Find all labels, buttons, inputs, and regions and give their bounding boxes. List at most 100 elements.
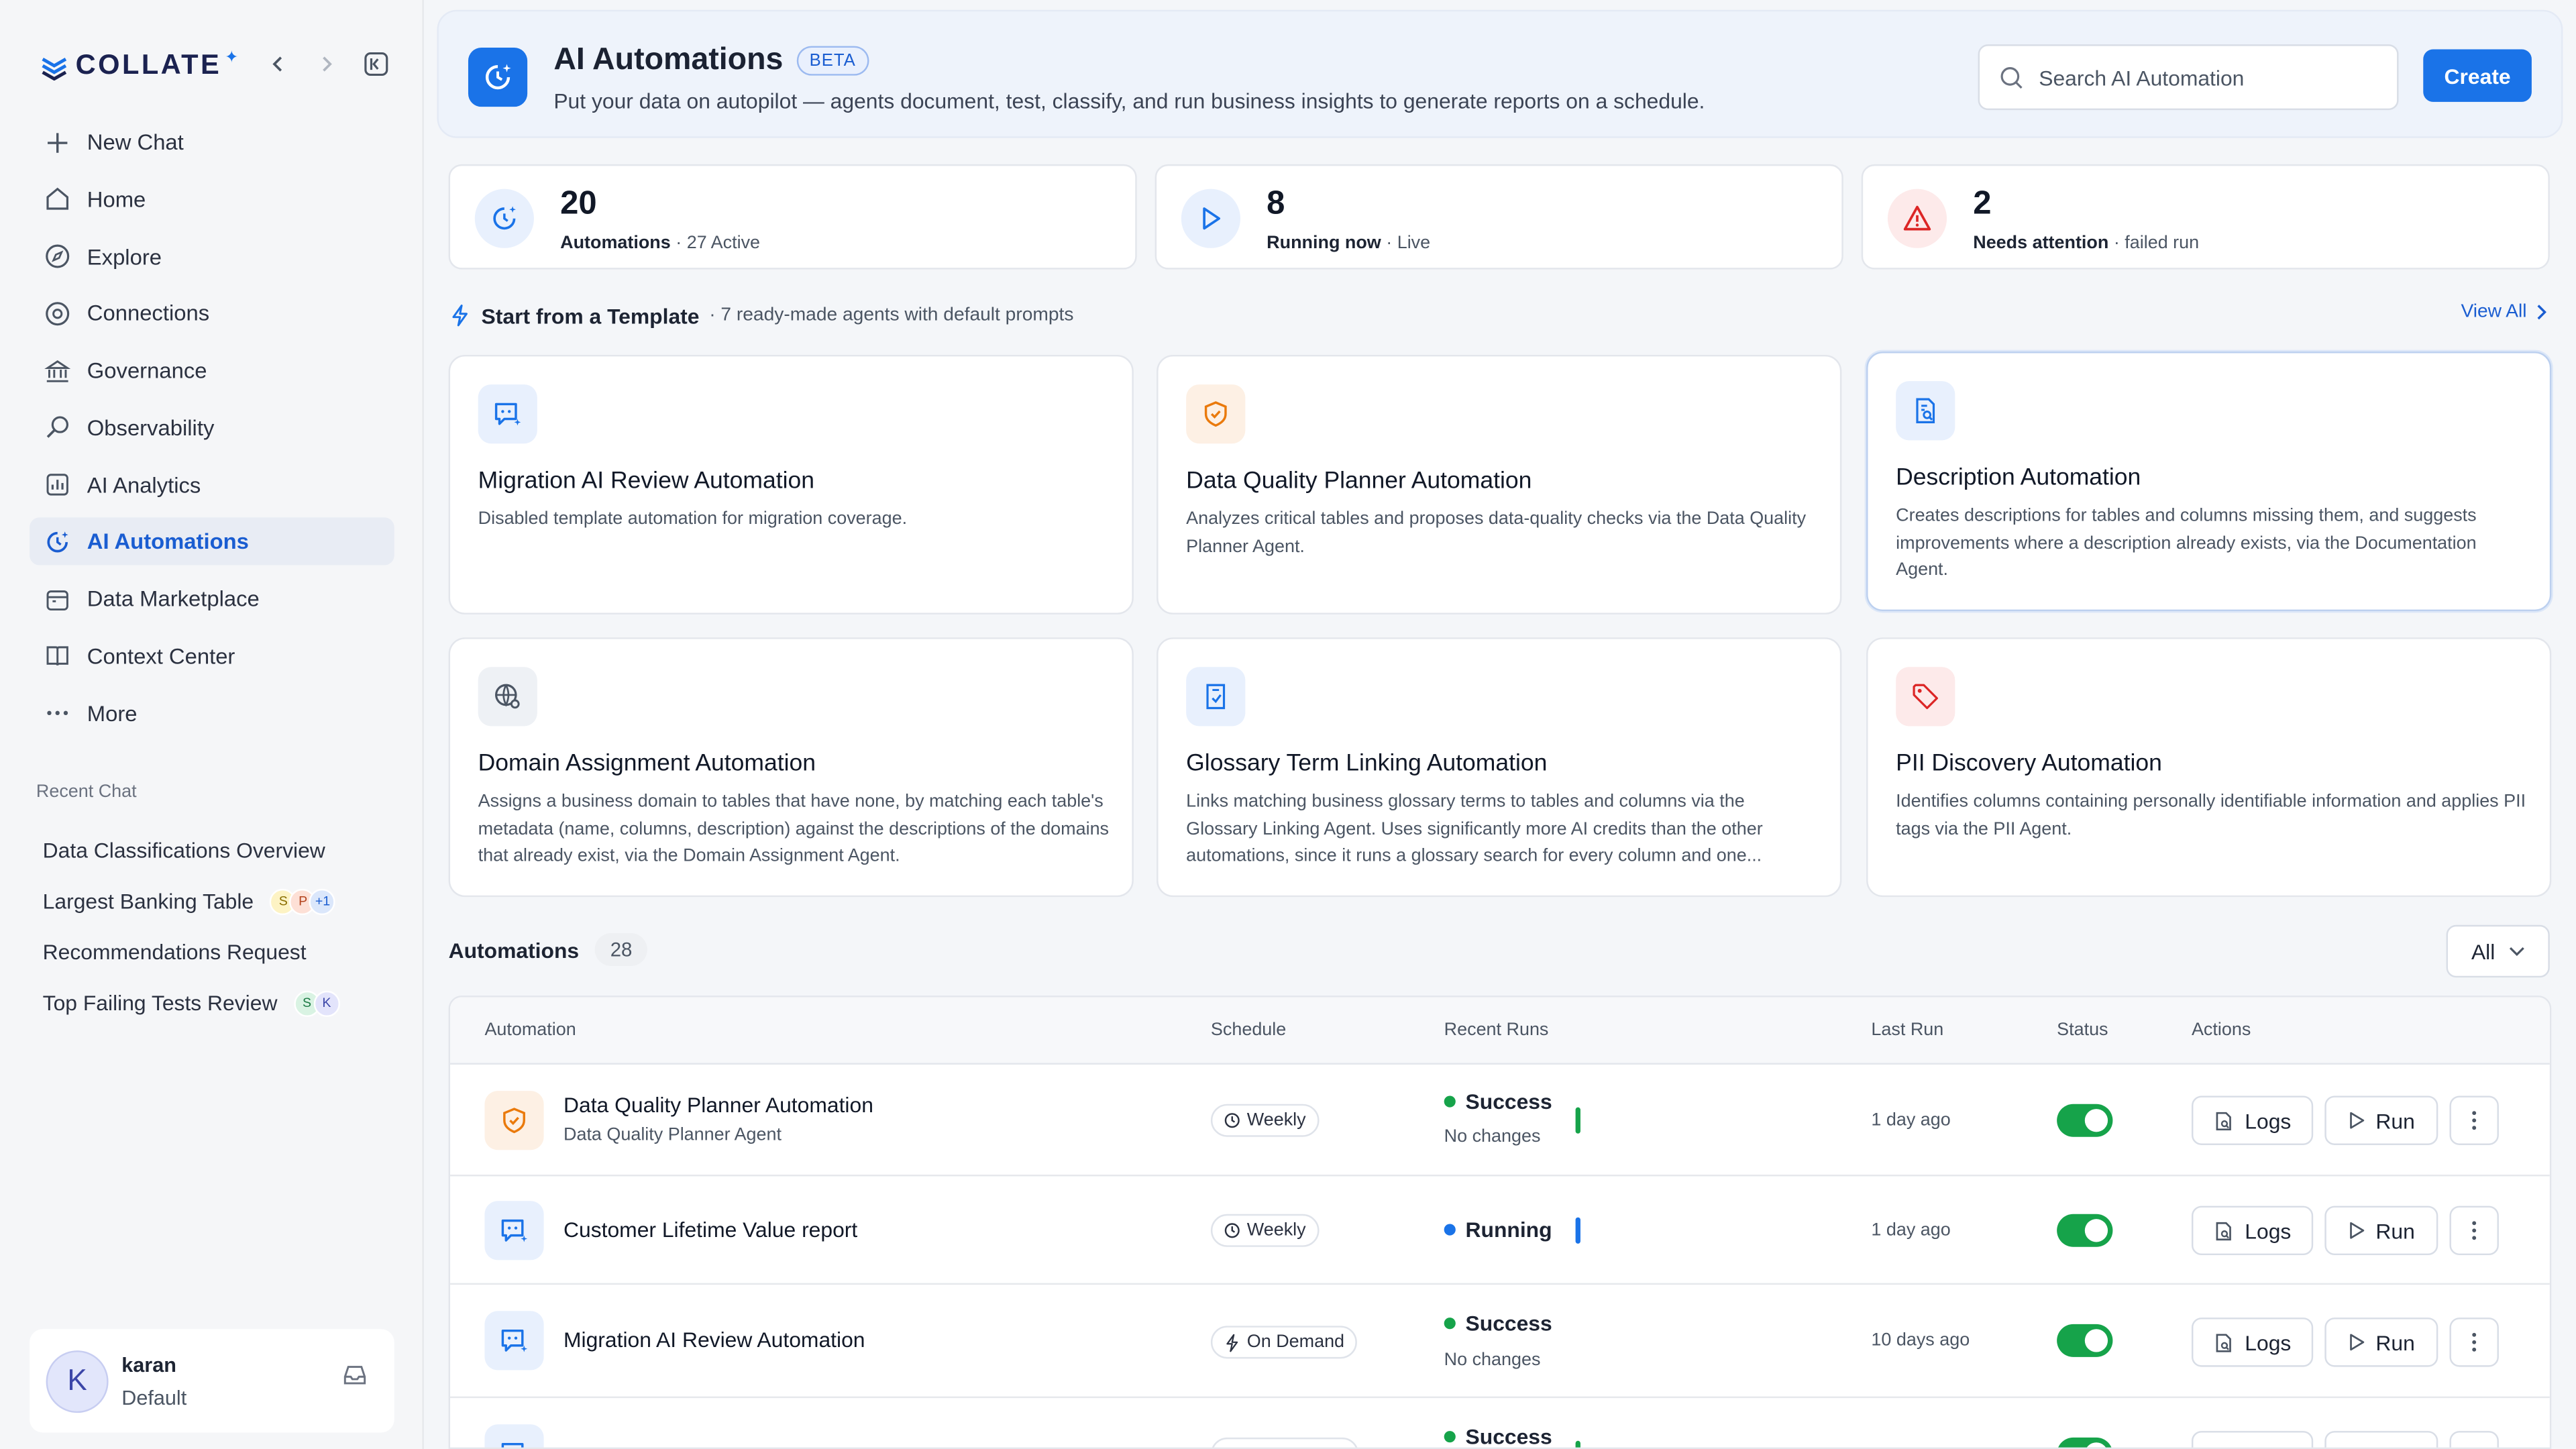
status-filter-select[interactable]: All: [2446, 924, 2550, 978]
logs-button[interactable]: [2191, 1431, 2314, 1448]
last-run: 1 day ago: [1871, 1220, 1951, 1240]
table-row[interactable]: Migration AI Review Automation On Demand…: [450, 1285, 2550, 1399]
sidebar: COLLATE ✦ New Chat Home Explore Connecti…: [0, 0, 424, 1449]
compass-icon: [43, 241, 72, 271]
view-all-label: View All: [2461, 302, 2527, 323]
run-button[interactable]: Run: [2324, 1318, 2438, 1367]
recent-chat-item[interactable]: Recommendations Request: [30, 926, 394, 977]
status-dot: [1444, 1431, 1456, 1443]
column-header: Status: [2057, 1020, 2108, 1040]
templates-header: Start from a Template · 7 ready-made age…: [449, 299, 2552, 332]
nav-ai-analytics[interactable]: AI Analytics: [30, 461, 394, 508]
schedule-badge: Weekly: [1210, 1214, 1320, 1247]
nav-connections[interactable]: Connections: [30, 290, 394, 337]
inbox-button[interactable]: [341, 1362, 368, 1396]
column-header: Automation: [484, 1020, 576, 1040]
template-card[interactable]: Domain Assignment Automation Assigns a b…: [448, 637, 1134, 898]
more-actions-button[interactable]: [2449, 1318, 2499, 1367]
template-card[interactable]: Glossary Term Linking Automation Links m…: [1157, 637, 1842, 898]
run-button[interactable]: [2324, 1431, 2438, 1448]
template-card[interactable]: Data Quality Planner Automation Analyzes…: [1157, 354, 1842, 614]
status-toggle[interactable]: [2057, 1437, 2113, 1448]
recent-chat-list: Data Classifications Overview Largest Ba…: [30, 824, 394, 1028]
warning-icon: [1887, 189, 1947, 248]
status-toggle[interactable]: [2057, 1324, 2113, 1357]
user-card[interactable]: K karan Default: [30, 1329, 394, 1433]
chevron-right-icon: [323, 56, 332, 72]
recent-chat-item[interactable]: Top Failing Tests Review S K: [30, 977, 394, 1028]
nav-new-chat[interactable]: New Chat: [30, 118, 394, 166]
user-name: karan: [121, 1352, 176, 1377]
template-description: Assigns a business domain to tables that…: [478, 792, 1110, 866]
automation-name[interactable]: Migration AI Review Automation: [564, 1328, 865, 1352]
run-button[interactable]: Run: [2324, 1095, 2438, 1145]
observability-icon: [43, 413, 72, 442]
page-header: AI Automations BETA Put your data on aut…: [437, 9, 2563, 138]
nav-explore[interactable]: Explore: [30, 233, 394, 280]
run-label: Run: [2375, 1218, 2415, 1243]
inbox-icon: [343, 1366, 366, 1385]
automations-table: Automation Schedule Recent Runs Last Run…: [448, 996, 2552, 1449]
run-status-note: No changes: [1444, 1127, 1541, 1147]
automation-name[interactable]: Customer Lifetime Value report: [564, 1218, 857, 1242]
schedule-label: On Demand: [1246, 1332, 1345, 1352]
template-title: Migration AI Review Automation: [478, 468, 815, 495]
stat-note: · failed run: [2108, 233, 2200, 254]
automation-icon: [468, 48, 528, 107]
recent-chat-label: Top Failing Tests Review: [42, 990, 278, 1016]
user-avatar: K: [46, 1349, 109, 1412]
status-dot: [1444, 1318, 1456, 1330]
more-actions-button[interactable]: [2449, 1095, 2499, 1145]
nav-observability[interactable]: Observability: [30, 404, 394, 451]
logo-sparkle: ✦: [225, 48, 239, 67]
template-card[interactable]: PII Discovery Automation Identifies colu…: [1866, 637, 2552, 898]
more-actions-button[interactable]: [2449, 1431, 2499, 1448]
back-button[interactable]: [260, 46, 296, 83]
logs-icon: [2216, 1221, 2232, 1240]
status-toggle[interactable]: [2057, 1214, 2113, 1247]
recent-run-bar[interactable]: [1575, 1107, 1580, 1134]
recent-run-bar[interactable]: [1575, 1440, 1580, 1448]
nav-governance[interactable]: Governance: [30, 347, 394, 394]
nav-home[interactable]: Home: [30, 175, 394, 223]
table-row[interactable]: Success: [450, 1398, 2550, 1448]
collate-logo[interactable]: COLLATE ✦: [40, 48, 239, 82]
create-button[interactable]: Create: [2423, 49, 2532, 102]
play-icon: [2350, 1334, 2365, 1351]
nav-more[interactable]: More: [30, 689, 394, 737]
search-icon: [2000, 66, 2023, 88]
more-actions-button[interactable]: [2449, 1205, 2499, 1256]
nav-data-marketplace[interactable]: Data Marketplace: [30, 575, 394, 623]
status-toggle[interactable]: [2057, 1104, 2113, 1137]
globe-gear-icon: [478, 667, 537, 727]
nav-ai-automations[interactable]: AI Automations: [30, 518, 394, 566]
status-dot: [1444, 1224, 1456, 1236]
nav-context-center[interactable]: Context Center: [30, 632, 394, 680]
chevron-right-icon: [2537, 305, 2546, 320]
last-run: 10 days ago: [1871, 1330, 1970, 1351]
logs-button[interactable]: Logs: [2191, 1095, 2314, 1145]
collapse-sidebar-button[interactable]: [358, 46, 394, 83]
automation-name[interactable]: Data Quality Planner Automation: [564, 1093, 873, 1118]
run-button[interactable]: Run: [2324, 1205, 2438, 1256]
logs-button[interactable]: Logs: [2191, 1205, 2314, 1256]
template-card[interactable]: Description Automation Creates descripti…: [1866, 352, 2552, 612]
avatar: +1: [309, 888, 336, 914]
logs-button[interactable]: Logs: [2191, 1318, 2314, 1367]
table-row[interactable]: Data Quality Planner Automation Data Qua…: [450, 1065, 2550, 1177]
nav-label: Data Marketplace: [87, 586, 260, 612]
table-row[interactable]: Customer Lifetime Value report Weekly Ru…: [450, 1176, 2550, 1285]
recent-chat-item[interactable]: Data Classifications Overview: [30, 824, 394, 875]
template-card[interactable]: Migration AI Review Automation Disabled …: [448, 354, 1134, 614]
recent-chat-item[interactable]: Largest Banking Table S P +1: [30, 875, 394, 926]
nav-label: Connections: [87, 301, 210, 326]
forward-button[interactable]: [309, 46, 345, 83]
run-status: Running: [1444, 1218, 1552, 1242]
search-box[interactable]: [1978, 44, 2399, 111]
recent-run-bar[interactable]: [1575, 1217, 1580, 1244]
stat-value: 8: [1267, 185, 1285, 222]
view-all-link[interactable]: View All: [2461, 303, 2548, 322]
nav-label: Context Center: [87, 643, 235, 669]
search-input[interactable]: [2039, 64, 2368, 90]
nav-label: AI Analytics: [87, 472, 201, 497]
